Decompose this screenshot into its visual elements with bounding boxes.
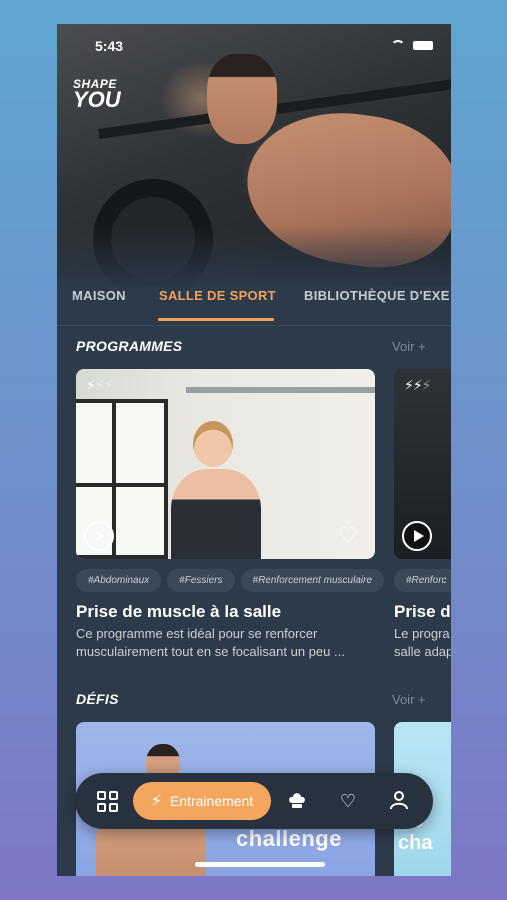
active-tab-indicator [158,318,274,321]
category-tabs: MAISON SALLE DE SPORT BIBLIOTHÈQUE D'EXE [57,286,451,326]
play-icon[interactable] [402,521,432,551]
program-card-image[interactable]: ⚡⚡⚡ [394,369,451,559]
defis-see-more[interactable]: Voir + [392,692,426,707]
status-icons [391,40,433,50]
lightning-icon: ⚡ [150,793,162,810]
program-card-image[interactable]: ⚡⚡⚡ ♡ [76,369,375,559]
chef-hat-icon[interactable] [285,789,309,813]
programmes-title: PROGRAMMES [76,338,183,354]
app-logo: SHAPE YOU [73,77,121,112]
tag-chip[interactable]: #Fessiers [167,569,235,592]
difficulty-lightning-icon: ⚡⚡⚡ [404,377,431,393]
program-title[interactable]: Prise d [394,602,451,622]
program-tags: #Renforc [394,569,451,592]
favorites-heart-icon[interactable]: ♡ [336,789,360,813]
programmes-see-more[interactable]: Voir + [392,339,426,354]
play-icon[interactable] [84,521,114,551]
nav-active-label: Entrainement [169,793,254,809]
wifi-icon [391,40,405,50]
hero-image: 5:43 SHAPE YOU [57,24,451,286]
program-description: Ce programme est idéal pour se renforcer… [76,626,345,659]
app-screen: 5:43 SHAPE YOU MAISON SALLE DE SPORT BIB… [57,24,451,876]
program-description: Le progra salle adap [394,626,451,659]
battery-icon [413,40,433,50]
defis-title: DÉFIS [76,691,119,707]
tag-chip[interactable]: #Renforc [394,569,451,592]
home-indicator[interactable] [195,862,325,867]
tab-salle-de-sport[interactable]: SALLE DE SPORT [159,288,276,303]
program-tags: #Abdominaux #Fessiers #Renforcement musc… [76,569,385,592]
tag-chip[interactable]: #Renforcement musculaire [240,569,385,592]
heart-icon[interactable]: ♡ [338,525,358,547]
dashboard-grid-icon[interactable] [95,789,119,813]
bottom-navigation: ⚡ Entrainement ♡ [75,773,433,829]
tab-maison[interactable]: MAISON [72,288,126,303]
nav-entrainement-button[interactable]: ⚡ Entrainement [133,782,271,820]
status-time: 5:43 [95,38,124,54]
tag-chip[interactable]: #Abdominaux [76,569,162,592]
program-title[interactable]: Prise de muscle à la salle [76,602,281,622]
challenge-label: challenge [236,826,342,851]
tab-bibliotheque[interactable]: BIBLIOTHÈQUE D'EXE [304,288,450,303]
athlete-figure [171,421,261,559]
profile-user-icon[interactable] [387,789,411,813]
difficulty-lightning-icon: ⚡⚡⚡ [86,377,113,393]
